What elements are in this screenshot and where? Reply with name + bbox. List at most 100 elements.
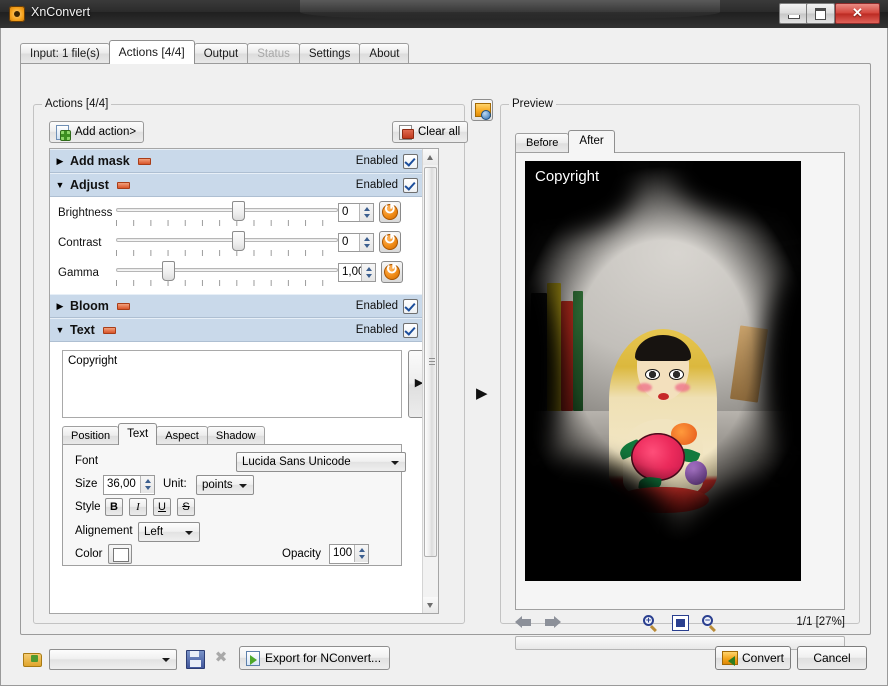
enabled-label: Enabled [356,324,398,336]
subtab-aspect[interactable]: Aspect [156,426,208,445]
gamma-slider[interactable] [116,260,338,290]
contrast-reset-button[interactable] [379,231,401,253]
tab-settings[interactable]: Settings [299,43,361,64]
tab-output[interactable]: Output [194,43,249,64]
clear-all-label: Clear all [418,126,460,138]
enabled-checkbox[interactable] [403,299,418,314]
subtab-position[interactable]: Position [62,426,119,445]
delete-preset-icon[interactable]: ✖ [213,650,229,666]
tab-about[interactable]: About [359,43,409,64]
preview-image[interactable]: Copyright [525,161,801,581]
style-strikethrough-button[interactable]: S [177,498,195,516]
enabled-label: Enabled [356,179,398,191]
brightness-spinbox[interactable]: 0 [338,203,374,222]
slider-ticks [116,220,338,226]
unit-combo[interactable]: points [196,475,254,495]
remove-action-icon[interactable] [103,327,116,334]
chevron-right-icon[interactable]: ▶ [50,301,70,312]
subtab-shadow[interactable]: Shadow [207,426,265,445]
subtab-text[interactable]: Text [118,423,157,445]
save-floppy-icon[interactable] [186,650,205,669]
size-spinbox[interactable]: 36,00 [103,475,155,495]
clear-all-button[interactable]: Clear all [392,121,468,143]
chevron-down-icon[interactable]: ▼ [50,180,70,190]
style-underline-button[interactable]: U [153,498,171,516]
maximize-button[interactable] [806,3,835,24]
brightness-slider[interactable] [116,200,338,230]
minimize-button[interactable] [779,3,808,24]
open-folder-icon[interactable] [23,651,41,666]
brightness-reset-button[interactable] [379,201,401,223]
scrollbar-grip-icon [429,358,435,366]
gamma-spinbox[interactable]: 1,00 [338,263,376,282]
xnconvert-logo-icon [9,6,25,22]
enabled-checkbox[interactable] [403,154,418,169]
close-icon: ✕ [836,5,879,21]
zoom-out-icon[interactable]: − [701,615,719,633]
close-button[interactable]: ✕ [835,3,880,24]
convert-button[interactable]: Convert [715,646,791,670]
tab-input[interactable]: Input: 1 file(s) [20,43,110,64]
opacity-spinbox[interactable]: 100 [329,544,369,564]
export-nconvert-button[interactable]: Export for NConvert... [239,646,390,670]
alignment-combo[interactable]: Left [138,522,200,542]
cancel-button[interactable]: Cancel [797,646,867,670]
tab-after[interactable]: After [568,130,614,153]
add-action-button[interactable]: Add action> [49,121,144,143]
spinner-arrows-icon[interactable] [359,204,373,221]
preview-group-title: Preview [509,98,556,110]
style-italic-button[interactable]: I [129,498,147,516]
action-item-bloom[interactable]: ▶ Bloom Enabled [50,294,424,318]
spinner-arrows-icon[interactable] [359,234,373,251]
slider-thumb[interactable] [162,261,175,281]
preview-tab-page: Copyright [515,152,845,610]
arrow-right-icon[interactable] [544,616,561,631]
export-icon [245,650,261,666]
title-bar-gloss [300,0,720,20]
action-list: ▶ Add mask Enabled ▼ Adjust [49,148,439,614]
preview-toolbar: + − 1/1 [27%] [515,613,845,635]
arrow-left-icon[interactable] [515,616,532,631]
action-item-adjust[interactable]: ▼ Adjust Enabled [50,173,424,197]
slider-thumb[interactable] [232,201,245,221]
contrast-slider[interactable] [116,230,338,260]
action-enabled-group: Enabled [356,154,424,169]
action-item-text[interactable]: ▼ Text Enabled [50,318,424,342]
scrollbar-thumb[interactable] [424,167,437,557]
font-combo[interactable]: Lucida Sans Unicode [236,452,406,472]
preset-combo[interactable] [49,649,177,670]
text-content-textarea[interactable]: Copyright [62,350,402,418]
slider-thumb[interactable] [232,231,245,251]
gamma-label: Gamma [50,260,116,279]
chevron-down-icon[interactable]: ▼ [50,325,70,335]
scroll-down-icon[interactable] [423,597,438,613]
opacity-label: Opacity [282,548,321,560]
enabled-checkbox[interactable] [403,178,418,193]
remove-action-icon[interactable] [138,158,151,165]
contrast-spinbox[interactable]: 0 [338,233,374,252]
zoom-in-icon[interactable]: + [642,615,660,633]
color-swatch-button[interactable] [108,544,132,564]
tab-actions[interactable]: Actions [4/4] [109,40,195,64]
tab-before[interactable]: Before [515,133,569,153]
style-bold-button[interactable]: B [105,498,123,516]
enabled-checkbox[interactable] [403,323,418,338]
size-label: Size [75,478,97,490]
spinner-arrows-icon[interactable] [140,476,154,493]
contrast-label: Contrast [50,230,116,249]
spinner-arrows-icon[interactable] [354,545,368,562]
remove-action-icon[interactable] [117,182,130,189]
chevron-right-icon[interactable]: ▶ [50,156,70,167]
brightness-label: Brightness [50,200,116,219]
export-label: Export for NConvert... [265,651,381,665]
action-item-add-mask[interactable]: ▶ Add mask Enabled [50,149,424,173]
preview-image-icon[interactable] [471,99,493,121]
fit-to-window-icon[interactable] [672,615,689,631]
action-list-scrollbar[interactable] [422,149,438,613]
alignment-label: Alignement [75,525,133,537]
remove-action-icon[interactable] [117,303,130,310]
gamma-reset-button[interactable] [381,261,403,283]
spinner-arrows-icon[interactable] [361,264,375,281]
scroll-up-icon[interactable] [423,149,438,165]
text-subtab-strip: Position Text Aspect Shadow [62,424,264,445]
